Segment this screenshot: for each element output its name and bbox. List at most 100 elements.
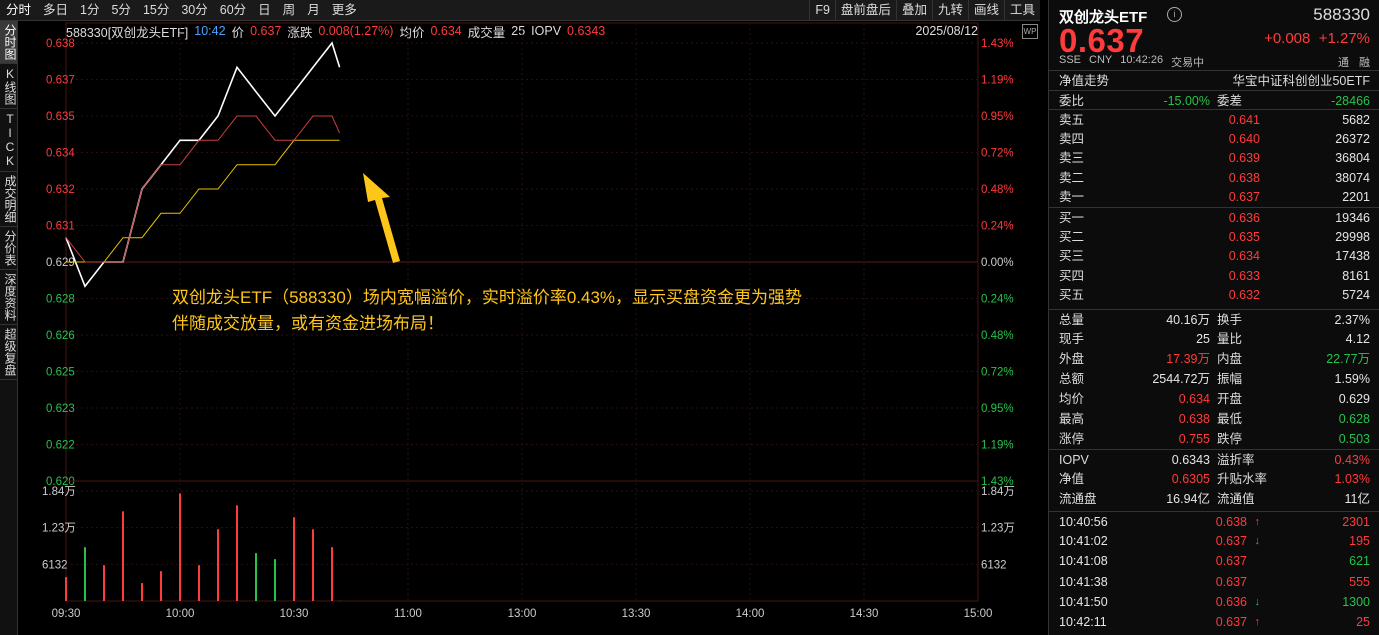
tick-vol: 1300 <box>1342 594 1370 609</box>
vtab-6[interactable]: 超级复盘 <box>0 325 17 380</box>
vol-tick-right: 6132 <box>981 559 1007 571</box>
stat2-row-2-value1: 16.94亿 <box>1166 492 1210 506</box>
stat-row-6-label1: 涨停 <box>1059 432 1085 446</box>
toolbar-tab-8[interactable]: 周 <box>277 0 302 20</box>
vtab-4[interactable]: 分价表 <box>0 227 17 270</box>
pct-tick: 0.24% <box>981 221 1014 233</box>
price-tick: 0.637 <box>46 75 75 87</box>
stat-row-1-value1: 25 <box>1196 332 1210 346</box>
toolbar-tool-3[interactable]: 九转 <box>931 0 968 20</box>
toolbar-tab-1[interactable]: 多日 <box>37 0 74 20</box>
ask-row-3-vol: 38074 <box>1335 170 1370 185</box>
time-tick: 10:30 <box>280 608 309 620</box>
toolbar-tool-2[interactable]: 叠加 <box>895 0 932 20</box>
bid-row-3: 买四 0.633 8161 <box>1049 266 1379 286</box>
price-tick: 0.628 <box>46 294 75 306</box>
tick-time: 10:41:08 <box>1059 554 1108 569</box>
time-tick: 15:00 <box>964 608 993 620</box>
ask-row-2-vol: 36804 <box>1335 151 1370 165</box>
tick-time: 10:41:50 <box>1059 594 1108 609</box>
ask-row-1-label: 卖四 <box>1059 131 1085 146</box>
vtab-3[interactable]: 成交明细 <box>0 172 17 227</box>
price-tick: 0.634 <box>46 148 75 160</box>
toolbar-tool-0[interactable]: F9 <box>809 0 835 20</box>
toolbar-tab-3[interactable]: 5分 <box>105 0 136 20</box>
vtab-5[interactable]: 深度资料 <box>0 270 17 325</box>
bid-row-0: 买一 0.636 19346 <box>1049 207 1379 228</box>
ask-row-3: 卖二 0.638 38074 <box>1049 168 1379 188</box>
toolbar-tool-5[interactable]: 工具 <box>1003 0 1040 20</box>
stat2-row-1-value2: 1.03% <box>1334 472 1370 486</box>
toolbar-tab-0[interactable]: 分时 <box>0 0 37 20</box>
index-name: 华宝中证科创创业50ETF <box>1232 74 1370 88</box>
weicha-value: -28466 <box>1331 94 1370 108</box>
pct-tick: 0.00% <box>981 257 1014 269</box>
weibi-row: 委比 -15.00% 委差 -28466 <box>1049 90 1379 111</box>
tick-price: 0.637 <box>1215 615 1247 629</box>
stat-row-6-value1: 0.755 <box>1178 432 1210 446</box>
vol-tick: 1.84万 <box>42 486 76 498</box>
tick-row-4: 10:41:50 0.636 ↓ 1300 <box>1049 592 1379 612</box>
pct-tick: 1.19% <box>981 440 1014 452</box>
ask-row-0: 卖五 0.641 5682 <box>1049 109 1379 130</box>
vtab-1[interactable]: K线图 <box>0 64 17 109</box>
annotation-arrow <box>363 173 400 263</box>
stat-row-3: 总额 2544.72万 振幅 1.59% <box>1049 369 1379 389</box>
price-tick: 0.638 <box>46 38 75 50</box>
vtab-2[interactable]: TICK <box>0 109 17 172</box>
toolbar-tab-2[interactable]: 1分 <box>74 0 105 20</box>
bid-row-4: 买五 0.632 5724 <box>1049 285 1379 305</box>
stat-row-2-label1: 外盘 <box>1059 352 1085 366</box>
vol-tick: 1.23万 <box>42 522 76 534</box>
bid-row-1-price: 0.635 <box>1228 229 1260 244</box>
tick-price: 0.637 <box>1215 554 1247 569</box>
vol-tick-right: 1.84万 <box>981 486 1015 498</box>
nav-row[interactable]: 净值走势 华宝中证科创创业50ETF <box>1049 70 1379 91</box>
toolbar-tab-6[interactable]: 60分 <box>214 0 252 20</box>
pct-tick: 0.95% <box>981 403 1014 415</box>
ask-row-4-price: 0.637 <box>1228 190 1260 204</box>
ask-row-4: 卖一 0.637 2201 <box>1049 187 1379 207</box>
pct-tick: 0.72% <box>981 148 1014 160</box>
price-tick: 0.632 <box>46 184 75 196</box>
ticker-code: 588330 <box>1313 5 1370 24</box>
pct-tick: 1.19% <box>981 75 1014 87</box>
annotation-text: 双创龙头ETF（588330）场内宽幅溢价，实时溢价率0.43%，显示买盘资金更… <box>172 285 972 337</box>
stat2-row-2-value2: 11亿 <box>1344 492 1370 506</box>
pct-tick: 0.72% <box>981 367 1014 379</box>
toolbar-tool-4[interactable]: 画线 <box>967 0 1004 20</box>
weibi-value: -15.00% <box>1163 94 1210 108</box>
stat-row-5-value1: 0.638 <box>1178 412 1210 426</box>
stat-row-0: 总量 40.16万 换手 2.37% <box>1049 309 1379 330</box>
stat-row-5: 最高 0.638 最低 0.628 <box>1049 409 1379 429</box>
stat-row-1: 现手 25 量比 4.12 <box>1049 329 1379 349</box>
stat-row-4: 均价 0.634 开盘 0.629 <box>1049 389 1379 409</box>
info-icon[interactable]: i <box>1167 7 1182 22</box>
stat-row-0-label1: 总量 <box>1059 313 1085 327</box>
vtab-0[interactable]: 分时图 <box>0 21 17 64</box>
bid-row-2-price: 0.634 <box>1228 249 1260 263</box>
stat2-row-1-label1: 净值 <box>1059 472 1085 486</box>
time-tick: 10:00 <box>166 608 195 620</box>
stat-row-4-value1: 0.634 <box>1178 392 1210 406</box>
toolbar-tab-5[interactable]: 30分 <box>175 0 213 20</box>
toolbar-tab-4[interactable]: 15分 <box>137 0 175 20</box>
toolbar-tab-9[interactable]: 月 <box>301 0 326 20</box>
price-tick: 0.625 <box>46 367 75 379</box>
stat-row-0-value2: 2.37% <box>1334 313 1370 327</box>
bid-row-2: 买三 0.634 17438 <box>1049 246 1379 266</box>
stat-row-1-label1: 现手 <box>1059 332 1085 346</box>
stat-row-0-label2: 换手 <box>1217 313 1243 327</box>
stat-row-0-value1: 40.16万 <box>1166 313 1210 327</box>
price-tick: 0.623 <box>46 403 75 415</box>
toolbar-tab-10[interactable]: 更多 <box>326 0 363 20</box>
arrow-up-icon: ↑ <box>1254 616 1261 628</box>
quote-panel: 双创龙头ETF i 588330 0.637 +0.008 +1.27% SSE… <box>1048 0 1379 635</box>
toolbar-tool-1[interactable]: 盘前盘后 <box>834 0 896 20</box>
time-tick: 11:00 <box>394 608 422 620</box>
bid-row-3-vol: 8161 <box>1342 268 1370 283</box>
tab-rong[interactable]: 融 <box>1359 54 1370 70</box>
toolbar-tab-7[interactable]: 日 <box>252 0 277 20</box>
tab-tong[interactable]: 通 <box>1338 54 1349 70</box>
view-tabs: 分时图 K线图 TICK 成交明细 分价表 深度资料 超级复盘 <box>0 21 18 635</box>
